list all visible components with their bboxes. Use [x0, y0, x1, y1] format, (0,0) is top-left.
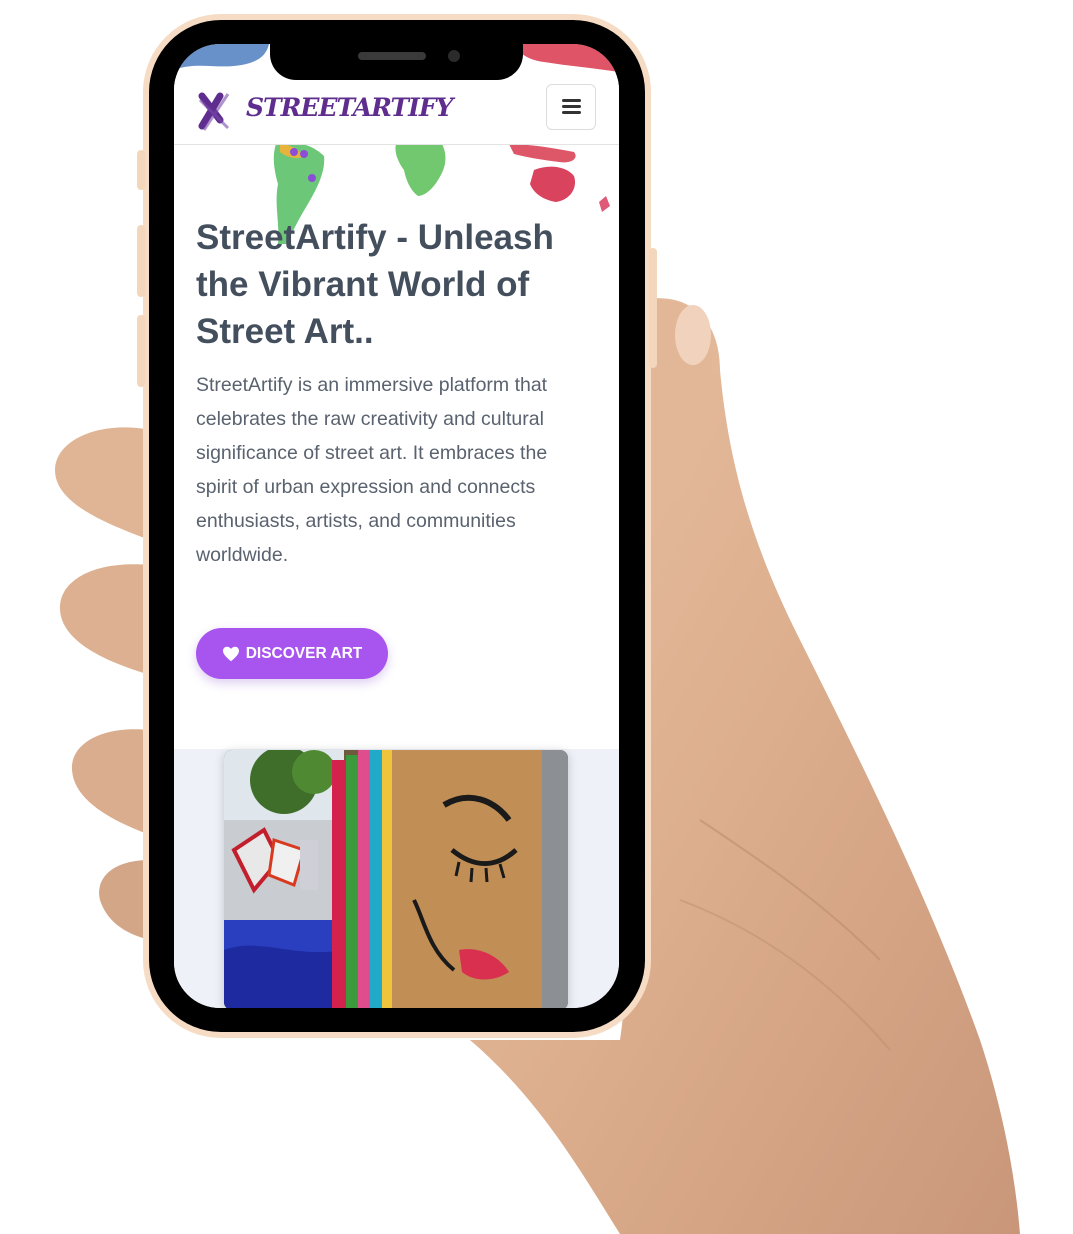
discover-art-label: DISCOVER ART [245, 644, 363, 662]
front-camera [448, 50, 460, 62]
top-navbar: STREETARTIFY [174, 78, 619, 145]
phone-screen: STREETARTIFY StreetArtify - Unleash the … [174, 44, 619, 1008]
hero-description: StreetArtify is an immersive platform th… [196, 374, 548, 566]
heart-icon [222, 646, 239, 661]
discover-art-button[interactable]: DISCOVER ART [196, 628, 388, 679]
hamburger-line [562, 105, 581, 108]
streetartify-logo[interactable]: STREETARTIFY [198, 86, 453, 136]
phone-volume-down [137, 315, 145, 387]
phone-mute-switch [137, 150, 145, 190]
hamburger-line [562, 111, 581, 114]
hamburger-menu-icon [562, 99, 581, 102]
navbar-toggle-button[interactable] [546, 84, 596, 130]
hero-title: StreetArtify - Unleash the Vibrant World… [196, 218, 554, 351]
street-art-mural-image [224, 750, 568, 1008]
phone-notch [270, 36, 523, 80]
phone-power-button [649, 248, 657, 368]
street-art-image-card[interactable] [224, 750, 568, 1008]
speaker-grille [358, 52, 426, 60]
phone-volume-up [137, 225, 145, 297]
logo-brand-text: STREETARTIFY [246, 93, 453, 122]
